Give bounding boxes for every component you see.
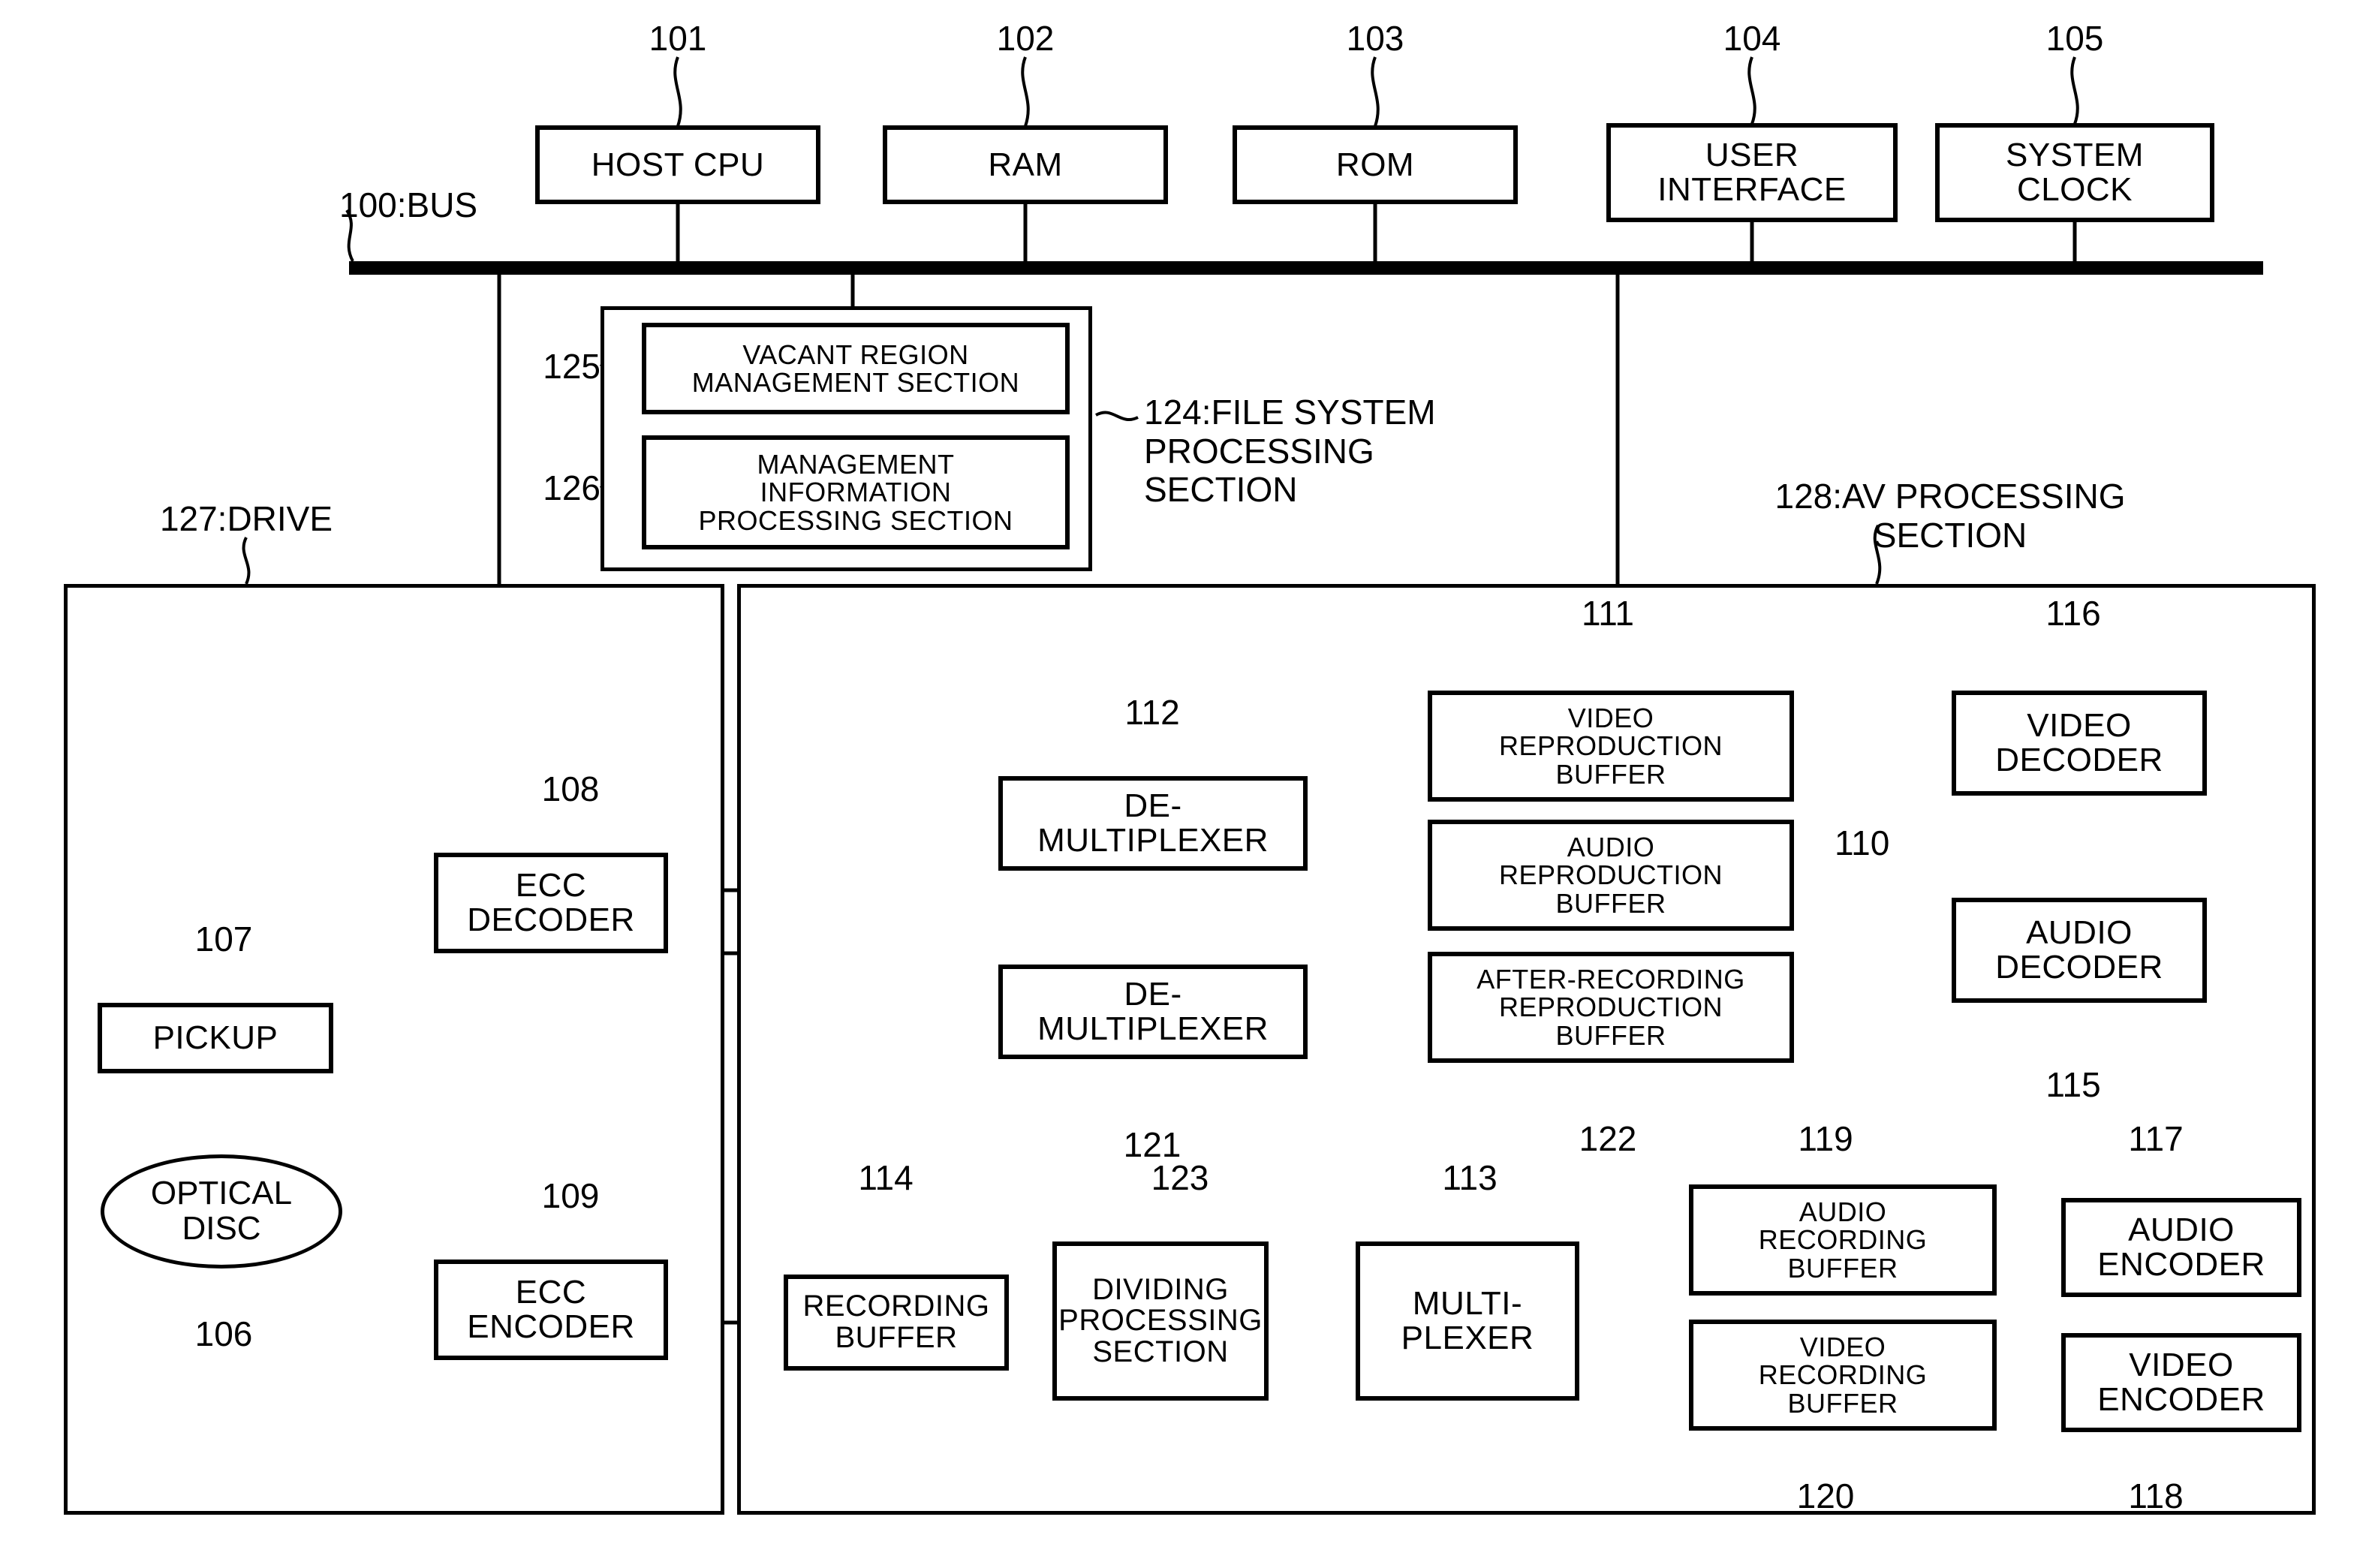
video-decoder-label: VIDEO DECODER	[1995, 707, 2163, 778]
audio-recording-buffer-box: AUDIO RECORDING BUFFER	[1689, 1184, 1997, 1296]
ref-112: 112	[1124, 693, 1180, 732]
demultiplexer-top-box: DE- MULTIPLEXER	[998, 776, 1308, 871]
vacant-region-management-section-box: VACANT REGION MANAGEMENT SECTION	[642, 323, 1070, 414]
ref-101: 101	[649, 19, 707, 58]
ref-123: 123	[1151, 1158, 1209, 1197]
ref-127-drive: 127:DRIVE	[159, 499, 333, 538]
multiplexer-label: MULTI- PLEXER	[1401, 1285, 1534, 1356]
audio-reproduction-buffer-label: AUDIO REPRODUCTION BUFFER	[1498, 831, 1723, 919]
audio-decoder-label: AUDIO DECODER	[1995, 914, 2163, 986]
demultiplexer-bottom-label: DE- MULTIPLEXER	[1037, 976, 1269, 1047]
host-cpu-box: HOST CPU	[535, 125, 820, 204]
ref-102: 102	[996, 19, 1055, 58]
demultiplexer-bottom-box: DE- MULTIPLEXER	[998, 965, 1308, 1059]
ref-100-bus: 100:BUS	[339, 185, 478, 224]
ref-119: 119	[1798, 1119, 1853, 1158]
dividing-processing-section-box: DIVIDING PROCESSING SECTION	[1052, 1241, 1269, 1401]
host-cpu-label: HOST CPU	[591, 146, 765, 183]
dividing-processing-section-label: DIVIDING PROCESSING SECTION	[1058, 1272, 1263, 1368]
ref-117: 117	[2128, 1119, 2184, 1158]
ref-105: 105	[2045, 19, 2104, 58]
demultiplexer-top-label: DE- MULTIPLEXER	[1037, 787, 1269, 859]
audio-encoder-box: AUDIO ENCODER	[2061, 1198, 2301, 1297]
ecc-decoder-label: ECC DECODER	[467, 867, 635, 938]
patent-figure: HOST CPU RAM ROM USER INTERFACE SYSTEM C…	[0, 0, 2378, 1568]
ref-108: 108	[541, 769, 600, 808]
audio-recording-buffer-label: AUDIO RECORDING BUFFER	[1758, 1196, 1928, 1284]
ecc-encoder-label: ECC ENCODER	[467, 1274, 635, 1345]
ref-106: 106	[194, 1314, 253, 1353]
ref-118: 118	[2128, 1476, 2184, 1515]
multiplexer-box: MULTI- PLEXER	[1356, 1241, 1579, 1401]
video-decoder-box: VIDEO DECODER	[1952, 691, 2207, 796]
optical-disc-label: OPTICAL DISC	[150, 1175, 293, 1247]
video-recording-buffer-label: VIDEO RECORDING BUFFER	[1758, 1331, 1928, 1419]
management-information-processing-section-box: MANAGEMENT INFORMATION PROCESSING SECTIO…	[642, 435, 1070, 549]
video-recording-buffer-box: VIDEO RECORDING BUFFER	[1689, 1320, 1997, 1431]
recording-buffer-box: RECORDING BUFFER	[784, 1275, 1009, 1371]
rom-box: ROM	[1233, 125, 1518, 204]
audio-reproduction-buffer-box: AUDIO REPRODUCTION BUFFER	[1428, 820, 1794, 931]
ecc-decoder-box: ECC DECODER	[434, 853, 668, 953]
ref-120: 120	[1796, 1476, 1855, 1515]
pickup-label: PICKUP	[152, 1019, 278, 1057]
audio-decoder-box: AUDIO DECODER	[1952, 898, 2207, 1003]
ref-113: 113	[1442, 1158, 1498, 1197]
ref-115: 115	[2045, 1065, 2101, 1104]
ref-122: 122	[1579, 1119, 1637, 1158]
ecc-encoder-box: ECC ENCODER	[434, 1260, 668, 1360]
ram-label: RAM	[988, 146, 1063, 183]
ref-128-av-processing-section: 128:AV PROCESSING SECTION	[1774, 477, 2126, 555]
ref-104: 104	[1723, 19, 1781, 58]
ref-111: 111	[1582, 594, 1634, 633]
ref-124-file-system-processing-section: 124:FILE SYSTEM PROCESSING SECTION	[1144, 393, 1436, 510]
management-information-processing-section-label: MANAGEMENT INFORMATION PROCESSING SECTIO…	[698, 448, 1013, 536]
ref-116: 116	[2045, 594, 2101, 633]
ref-126: 126	[543, 468, 601, 507]
after-recording-reproduction-buffer-box: AFTER-RECORDING REPRODUCTION BUFFER	[1428, 952, 1794, 1063]
ref-109: 109	[541, 1176, 600, 1215]
system-clock-label: SYSTEM CLOCK	[2006, 137, 2144, 208]
video-encoder-label: VIDEO ENCODER	[2097, 1347, 2265, 1418]
recording-buffer-label: RECORDING BUFFER	[802, 1290, 990, 1354]
ref-114: 114	[858, 1158, 914, 1197]
user-interface-label: USER INTERFACE	[1657, 137, 1847, 208]
ref-110: 110	[1835, 823, 1890, 862]
audio-encoder-label: AUDIO ENCODER	[2097, 1211, 2265, 1283]
after-recording-reproduction-buffer-label: AFTER-RECORDING REPRODUCTION BUFFER	[1476, 963, 1745, 1051]
rom-label: ROM	[1335, 146, 1415, 183]
video-encoder-box: VIDEO ENCODER	[2061, 1333, 2301, 1432]
system-clock-box: SYSTEM CLOCK	[1935, 123, 2214, 222]
ram-box: RAM	[883, 125, 1168, 204]
video-reproduction-buffer-label: VIDEO REPRODUCTION BUFFER	[1498, 702, 1723, 790]
ref-103: 103	[1346, 19, 1404, 58]
ref-125: 125	[543, 347, 601, 386]
user-interface-box: USER INTERFACE	[1606, 123, 1898, 222]
pickup-box: PICKUP	[98, 1003, 333, 1073]
video-reproduction-buffer-box: VIDEO REPRODUCTION BUFFER	[1428, 691, 1794, 802]
optical-disc-shape: OPTICAL DISC	[101, 1154, 342, 1269]
vacant-region-management-section-label: VACANT REGION MANAGEMENT SECTION	[691, 339, 1020, 398]
ref-107: 107	[194, 919, 253, 959]
